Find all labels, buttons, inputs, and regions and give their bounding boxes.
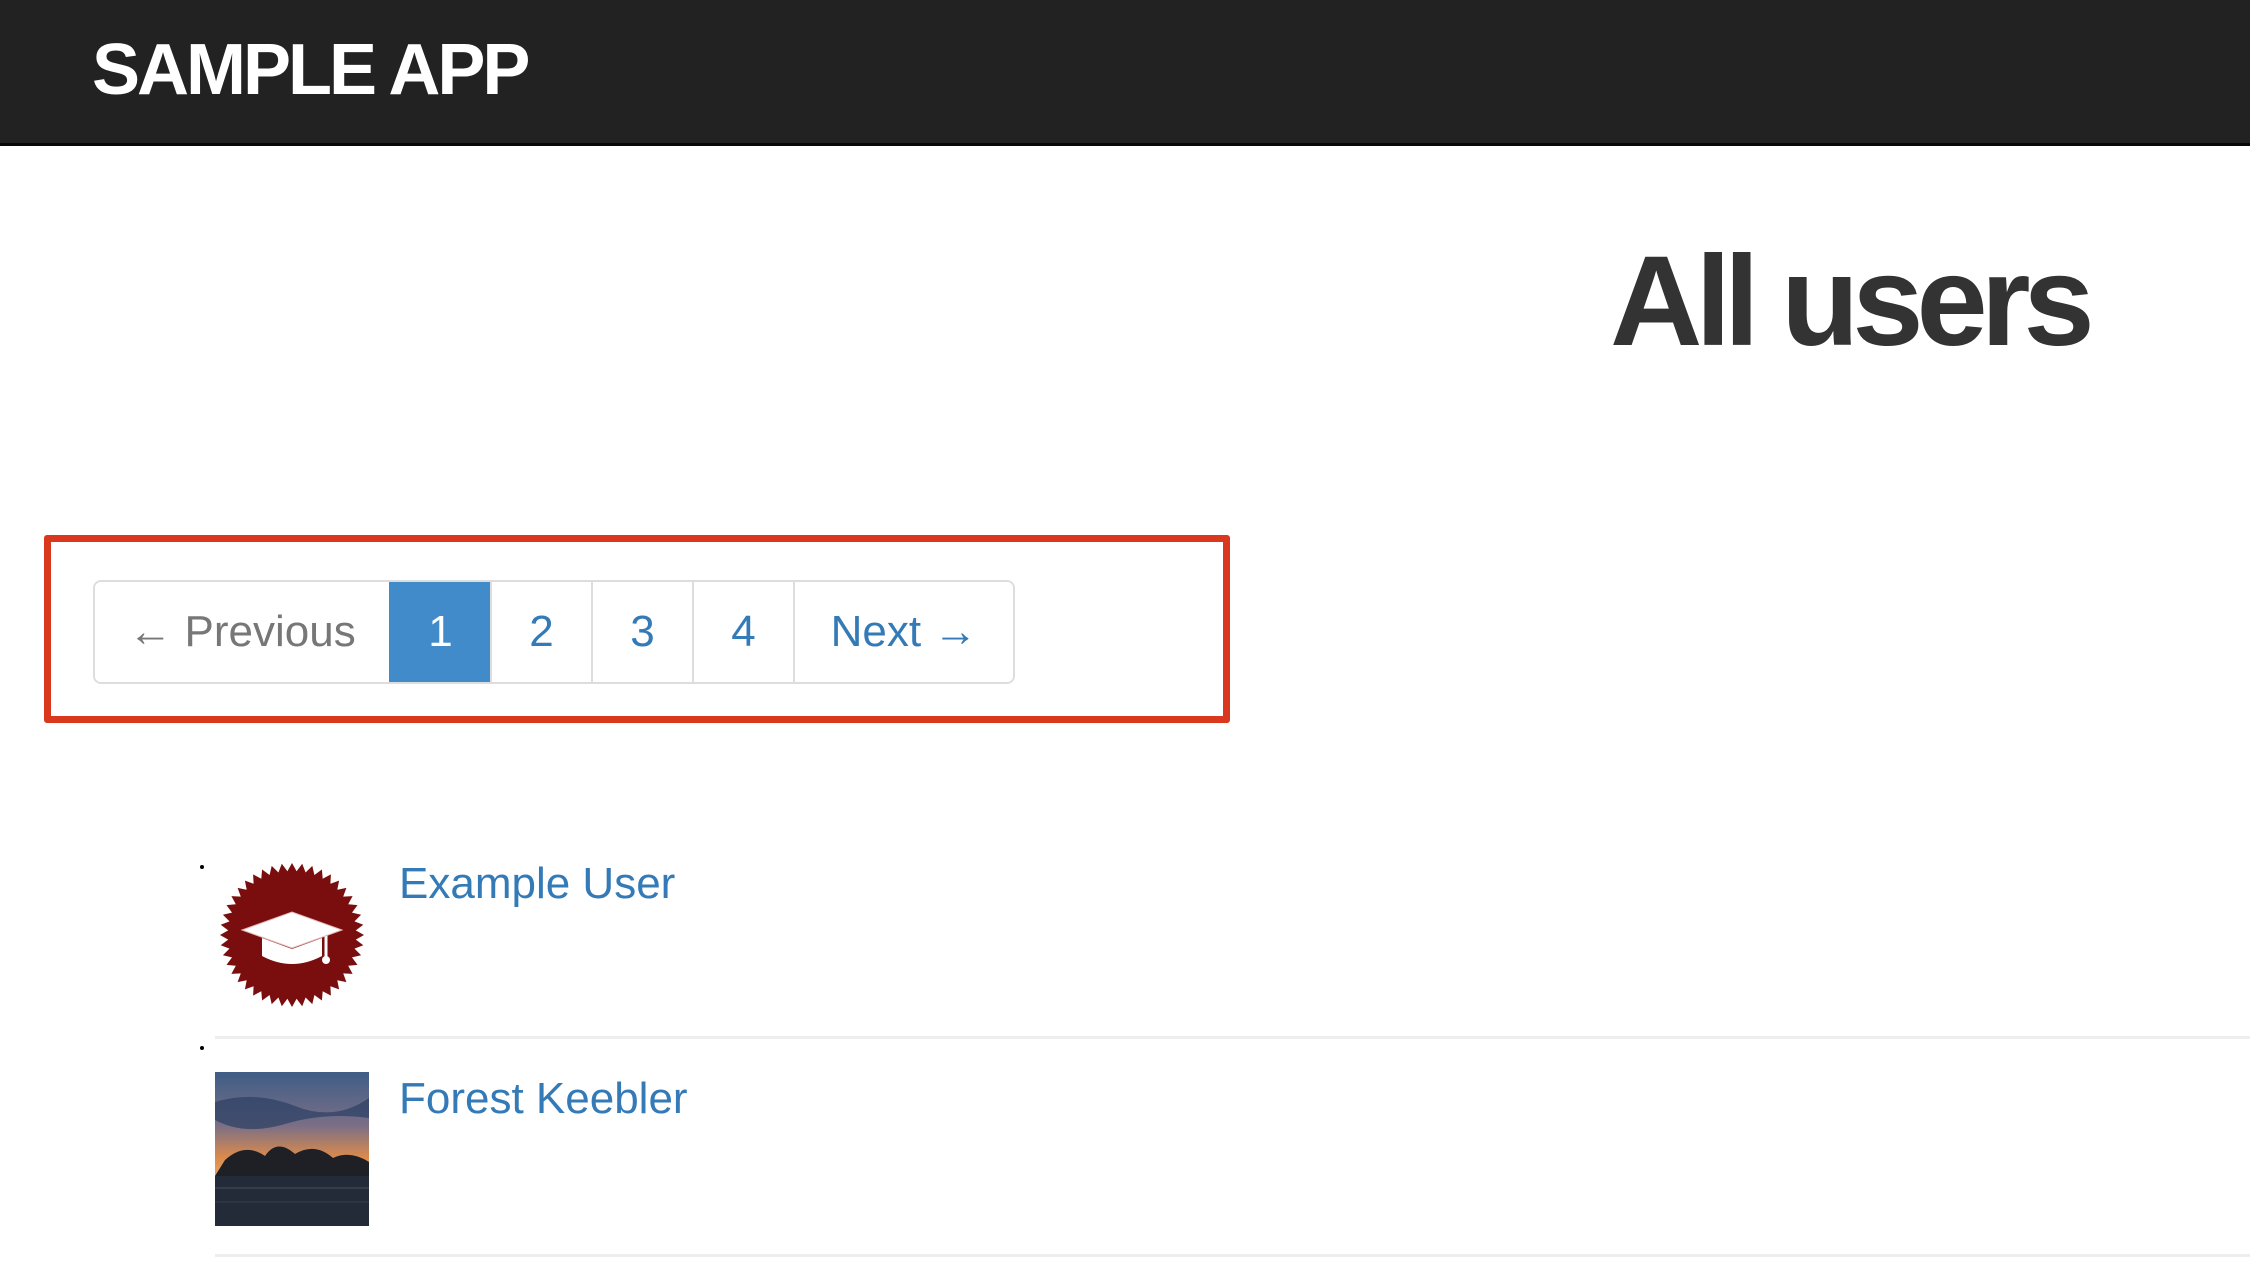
brand-logo[interactable]: SAMPLE APP [92, 28, 530, 112]
user-name-link[interactable]: Forest Keebler [399, 1073, 688, 1125]
user-list: Example User [215, 858, 2250, 1257]
pagination-next-button[interactable]: Next → [793, 582, 1013, 682]
avatar[interactable] [215, 858, 369, 1012]
user-name-link[interactable]: Example User [399, 858, 675, 910]
pagination-page-1[interactable]: 1 [389, 582, 490, 682]
pagination-page-4[interactable]: 4 [692, 582, 793, 682]
page-title: All users [1610, 230, 2095, 373]
pagination: ← Previous 1 2 3 4 Next → [93, 580, 1015, 684]
list-item: Forest Keebler [215, 1039, 2250, 1257]
top-navbar: SAMPLE APP [0, 0, 2250, 146]
graduation-cap-badge-icon [220, 863, 364, 1007]
pagination-page-3[interactable]: 3 [591, 582, 692, 682]
sunset-photo [215, 1072, 369, 1226]
pagination-page-2[interactable]: 2 [490, 582, 591, 682]
avatar[interactable] [215, 1072, 369, 1226]
pagination-previous-button[interactable]: ← Previous [95, 582, 389, 682]
list-item: Example User [215, 858, 2250, 1039]
